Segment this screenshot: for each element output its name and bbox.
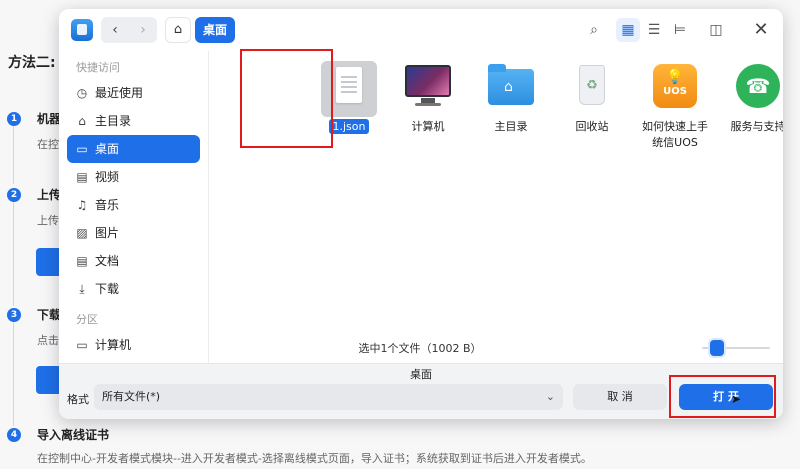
- sidebar-item-label: 桌面: [95, 142, 120, 156]
- file-label-line-2: 统信UOS: [652, 136, 698, 149]
- sidebar-item-documents[interactable]: ▤ 文档: [67, 247, 200, 275]
- step-desc-4: 在控制中心-开发者模式模块--进入开发者模式-选择离线模式页面，导入证书；系统获…: [37, 452, 592, 465]
- download-icon: ⤓: [79, 282, 85, 296]
- file-label: 1.json: [328, 119, 370, 134]
- picture-icon: ▨: [76, 226, 88, 240]
- tree-view-icon[interactable]: ⊨: [668, 18, 692, 42]
- support-icon: ☎: [733, 61, 783, 111]
- step-title-1: 机器: [37, 112, 62, 126]
- home-folder-icon: ⌂: [486, 61, 536, 111]
- file-manager-app-icon: [71, 19, 93, 41]
- sidebar-item-label: 视频: [95, 170, 120, 184]
- format-select-value: 所有文件(*): [102, 390, 161, 403]
- sidebar-item-pictures[interactable]: ▨ 图片: [67, 219, 200, 247]
- file-label: 回收站: [575, 120, 609, 133]
- sidebar-item-videos[interactable]: ▤ 视频: [67, 163, 200, 191]
- sidebar-item-label: 计算机: [95, 338, 132, 352]
- sidebar-item-label: 最近使用: [95, 86, 144, 100]
- highlight-selected-file: [240, 49, 333, 148]
- file-item-support[interactable]: ☎ 服务与支持: [718, 61, 783, 135]
- step-number-2: 2: [7, 188, 21, 202]
- forward-button[interactable]: ›: [129, 17, 157, 43]
- back-button[interactable]: ‹: [101, 17, 129, 43]
- computer-icon: ▭: [76, 338, 88, 352]
- sidebar-group-partitions: 分区: [76, 313, 98, 326]
- zoom-slider[interactable]: [702, 340, 770, 356]
- desktop-icon: ▭: [76, 142, 88, 156]
- step-title-4: 导入离线证书: [37, 428, 110, 442]
- trash-icon: ♻: [567, 61, 617, 111]
- sidebar-item-home[interactable]: ⌂ 主目录: [67, 107, 200, 135]
- status-bar: 选中1个文件（1002 B）: [210, 331, 783, 363]
- video-icon: ▤: [76, 170, 88, 184]
- sidebar-item-recent[interactable]: ◷ 最近使用: [67, 79, 200, 107]
- sidebar-item-computer[interactable]: ▭ 计算机: [67, 331, 200, 359]
- sidebar-item-music[interactable]: ♫ 音乐: [67, 191, 200, 219]
- format-select[interactable]: 所有文件(*) ⌄: [94, 384, 563, 410]
- zoom-slider-handle[interactable]: [710, 340, 724, 356]
- step-desc-2: 上传: [37, 214, 59, 227]
- home-icon: ⌂: [78, 114, 86, 128]
- step-connector: [13, 202, 14, 306]
- file-label: 计算机: [411, 120, 445, 133]
- sidebar-item-desktop[interactable]: ▭ 桌面: [67, 135, 200, 163]
- document-icon: ▤: [76, 254, 88, 268]
- file-item-uos-guide[interactable]: 💡 UOS 如何快速上手 统信UOS: [635, 61, 715, 151]
- step-title-3: 下载: [37, 308, 62, 322]
- home-icon[interactable]: ⌂: [165, 17, 191, 43]
- step-number-4: 4: [7, 428, 21, 442]
- method-heading: 方法二:: [8, 55, 56, 71]
- sidebar: 快捷访问 ◷ 最近使用 ⌂ 主目录 ▭ 桌面 ▤ 视频 ♫ 音乐 ▨ 图片 ▤ …: [59, 51, 209, 363]
- step-number-1: 1: [7, 112, 21, 126]
- file-item-trash[interactable]: ♻ 回收站: [552, 61, 632, 135]
- step-desc-3: 点击: [37, 334, 59, 347]
- clock-icon: ◷: [76, 86, 88, 100]
- dialog-titlebar: ‹ › ⌂ 桌面 ⌕ ▦ ☰ ⊨ ◫ ✕: [59, 9, 783, 51]
- file-label-line-1: 如何快速上手: [642, 120, 708, 133]
- cancel-button[interactable]: 取 消: [573, 384, 667, 410]
- sidebar-item-label: 文档: [95, 254, 120, 268]
- step-number-3: 3: [7, 308, 21, 322]
- list-view-icon[interactable]: ☰: [642, 18, 666, 42]
- highlight-open-button: [669, 375, 776, 418]
- format-label: 格式: [67, 393, 89, 406]
- selection-status: 选中1个文件（1002 B）: [358, 342, 482, 355]
- uos-guide-icon: 💡 UOS: [650, 61, 700, 111]
- file-label: 服务与支持: [730, 120, 784, 133]
- icon-view-icon[interactable]: ▦: [616, 18, 640, 42]
- step-desc-1: 在控: [37, 138, 59, 151]
- file-item-computer[interactable]: 计算机: [388, 61, 468, 135]
- sidebar-item-label: 下载: [95, 282, 120, 296]
- sidebar-item-label: 主目录: [95, 114, 132, 128]
- step-title-2: 上传: [37, 188, 62, 202]
- computer-icon: [403, 61, 453, 111]
- sidebar-item-label: 图片: [95, 226, 120, 240]
- search-icon[interactable]: ⌕: [582, 18, 606, 42]
- step-connector: [13, 126, 14, 184]
- history-nav: ‹ ›: [101, 17, 157, 43]
- step-connector: [13, 322, 14, 426]
- file-open-dialog: ‹ › ⌂ 桌面 ⌕ ▦ ☰ ⊨ ◫ ✕ 快捷访问 ◷ 最近使用 ⌂ 主目录 ▭…: [59, 9, 783, 419]
- chevron-down-icon: ⌄: [545, 390, 555, 403]
- file-item-home[interactable]: ⌂ 主目录: [471, 61, 551, 135]
- file-label: 主目录: [494, 120, 528, 133]
- sidebar-item-label: 音乐: [95, 198, 120, 212]
- breadcrumb-desktop[interactable]: 桌面: [195, 17, 236, 43]
- music-icon: ♫: [76, 198, 88, 212]
- sidebar-item-downloads[interactable]: ⤓ 下载: [67, 275, 200, 303]
- close-icon[interactable]: ✕: [739, 9, 783, 51]
- sidebar-group-quick-access: 快捷访问: [76, 61, 120, 74]
- detail-panel-icon[interactable]: ◫: [704, 18, 728, 42]
